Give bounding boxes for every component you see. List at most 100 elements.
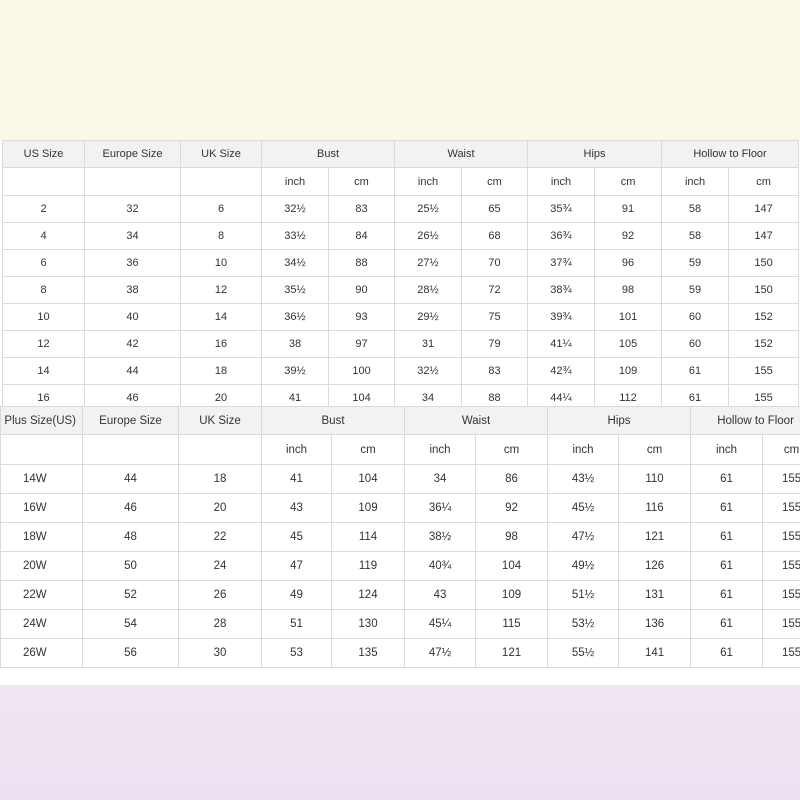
- table-cell: 26: [178, 580, 262, 610]
- table-cell: 22: [178, 522, 262, 552]
- table-cell: 72: [461, 276, 529, 304]
- standard-size-table: US Size Europe Size UK Size Bust Waist H…: [2, 140, 800, 412]
- table-cell: 56: [82, 638, 179, 668]
- table-cell: 59: [661, 276, 730, 304]
- col-header-waist: Waist: [394, 140, 529, 168]
- table-cell: 34: [404, 464, 477, 494]
- table-row: 4 34 8 33½ 84 26½ 68 36¾ 92 58 147: [2, 222, 800, 250]
- table-cell: 36½: [261, 303, 329, 331]
- table-cell: 37¾: [527, 249, 596, 277]
- table-cell: 83: [327, 195, 396, 223]
- table-cell: 93: [327, 303, 396, 331]
- table-cell: 130: [330, 609, 406, 639]
- table-cell: 150: [728, 249, 800, 277]
- table-cell: 34½: [261, 249, 329, 277]
- unit-label: cm: [594, 167, 663, 196]
- table-cell: 22W: [0, 580, 83, 610]
- table-cell: 52: [82, 580, 179, 610]
- table-cell: 34: [84, 222, 181, 250]
- table-cell: 83: [461, 357, 529, 385]
- table-cell: 53: [261, 638, 332, 668]
- table-cell: 84: [327, 222, 396, 250]
- table-cell: 36¾: [527, 222, 596, 250]
- table-row: 8 38 12 35½ 90 28½ 72 38¾ 98 59 150: [2, 276, 800, 304]
- unit-label: cm: [762, 434, 800, 465]
- table-header-row: Plus Size(US) Europe Size UK Size Bust W…: [0, 406, 800, 435]
- table-cell: 47½: [547, 522, 620, 552]
- unit-header-row: inch cm inch cm inch cm inch cm: [2, 167, 800, 196]
- table-cell: 61: [690, 551, 764, 581]
- table-cell: 16W: [0, 493, 83, 523]
- table-cell: 50: [82, 551, 179, 581]
- table-cell: 58: [661, 222, 730, 250]
- table-cell: 104: [330, 464, 406, 494]
- table-cell: 32: [84, 195, 181, 223]
- table-cell: 155: [762, 464, 800, 494]
- table-cell: 53½: [547, 609, 620, 639]
- unit-label: inch: [527, 167, 596, 196]
- table-row: 6 36 10 34½ 88 27½ 70 37¾ 96 59 150: [2, 249, 800, 277]
- table-cell: 10: [2, 303, 85, 331]
- col-header-uk-size: UK Size: [180, 140, 262, 168]
- table-cell: 39½: [261, 357, 329, 385]
- table-cell: 61: [690, 522, 764, 552]
- table-cell: 45: [261, 522, 332, 552]
- table-cell: 42: [84, 330, 181, 358]
- table-cell: 104: [475, 551, 549, 581]
- table-cell: 75: [461, 303, 529, 331]
- table-cell: 41: [261, 464, 332, 494]
- table-cell: 12: [180, 276, 262, 304]
- table-cell: 26½: [394, 222, 463, 250]
- table-cell: 12: [2, 330, 85, 358]
- table-cell: 8: [2, 276, 85, 304]
- table-cell: 42¾: [527, 357, 596, 385]
- col-header-europe-size: Europe Size: [84, 140, 181, 168]
- table-cell: 51½: [547, 580, 620, 610]
- table-row: 2 32 6 32½ 83 25½ 65 35¾ 91 58 147: [2, 195, 800, 223]
- table-cell: 91: [594, 195, 663, 223]
- empty-cell: [0, 434, 83, 465]
- size-chart-sheet: US Size Europe Size UK Size Bust Waist H…: [0, 140, 800, 685]
- table-row: 18W 48 22 45 114 38½ 98 47½ 121 61 155: [0, 522, 800, 552]
- table-cell: 27½: [394, 249, 463, 277]
- table-cell: 6: [2, 249, 85, 277]
- table-cell: 124: [330, 580, 406, 610]
- table-cell: 49: [261, 580, 332, 610]
- table-cell: 39¾: [527, 303, 596, 331]
- table-cell: 135: [330, 638, 406, 668]
- table-cell: 58: [661, 195, 730, 223]
- table-cell: 60: [661, 330, 730, 358]
- table-cell: 24W: [0, 609, 83, 639]
- table-row: 14 44 18 39½ 100 32½ 83 42¾ 109 61 155: [2, 357, 800, 385]
- table-cell: 36¼: [404, 493, 477, 523]
- col-header-us-size: US Size: [2, 140, 85, 168]
- table-cell: 105: [594, 330, 663, 358]
- unit-label: cm: [327, 167, 396, 196]
- table-cell: 155: [762, 580, 800, 610]
- table-cell: 147: [728, 222, 800, 250]
- table-cell: 115: [475, 609, 549, 639]
- table-cell: 55½: [547, 638, 620, 668]
- table-cell: 92: [475, 493, 549, 523]
- table-row: 16W 46 20 43 109 36¼ 92 45½ 116 61 155: [0, 493, 800, 523]
- table-cell: 65: [461, 195, 529, 223]
- table-cell: 38: [84, 276, 181, 304]
- table-cell: 43: [404, 580, 477, 610]
- col-header-europe-size: Europe Size: [82, 406, 179, 435]
- table-cell: 43½: [547, 464, 620, 494]
- table-cell: 141: [618, 638, 692, 668]
- table-cell: 43: [261, 493, 332, 523]
- table-cell: 25½: [394, 195, 463, 223]
- unit-label: inch: [404, 434, 477, 465]
- table-cell: 109: [475, 580, 549, 610]
- table-cell: 97: [327, 330, 396, 358]
- table-cell: 155: [762, 638, 800, 668]
- table-cell: 20W: [0, 551, 83, 581]
- table-cell: 29½: [394, 303, 463, 331]
- col-header-waist: Waist: [404, 406, 549, 435]
- empty-cell: [178, 434, 262, 465]
- table-header-row: US Size Europe Size UK Size Bust Waist H…: [2, 140, 800, 168]
- table-cell: 110: [618, 464, 692, 494]
- col-header-plus-size-us: Plus Size(US): [0, 406, 83, 435]
- col-header-uk-size: UK Size: [178, 406, 262, 435]
